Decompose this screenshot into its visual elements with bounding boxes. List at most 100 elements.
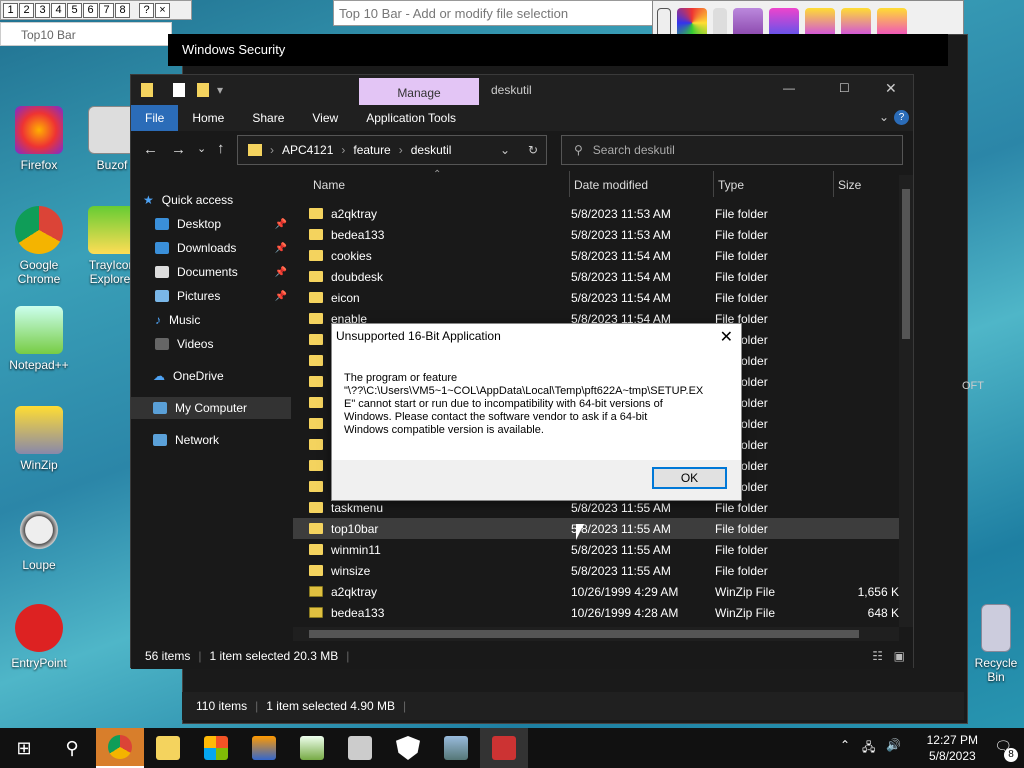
desktop-icon-notepadpp[interactable]: Notepad++ xyxy=(4,306,74,372)
desktop-icon-loupe[interactable]: Loupe xyxy=(4,506,74,572)
back-arrow-icon[interactable]: ← xyxy=(143,141,158,158)
column-divider[interactable] xyxy=(713,171,714,197)
nav-pictures[interactable]: Pictures 📌 xyxy=(155,285,289,307)
top10-num-6[interactable]: 6 xyxy=(83,3,98,18)
windows-security-titlebar[interactable]: Windows Security xyxy=(168,34,948,66)
table-row[interactable]: top10bar 5/8/2023 11:55 AM File folder xyxy=(293,518,899,539)
column-name[interactable]: Name xyxy=(313,178,345,192)
address-bar[interactable]: › APC4121 › feature › deskutil ⌄ ↻ xyxy=(237,135,547,165)
tab-file[interactable]: File xyxy=(131,105,179,131)
breadcrumb-deskutil[interactable]: deskutil xyxy=(411,143,452,157)
desktop-icon-chrome[interactable]: Google Chrome xyxy=(4,206,74,286)
ok-button[interactable]: OK xyxy=(652,467,727,489)
refresh-icon[interactable]: ↻ xyxy=(528,143,538,157)
table-row[interactable]: eicon 5/8/2023 11:54 AM File folder xyxy=(309,287,899,308)
desktop-icon-recycle-bin[interactable]: Recycle Bin xyxy=(968,604,1024,684)
start-button[interactable]: ⊞ xyxy=(0,728,48,768)
network-tray-icon[interactable]: 🖧 xyxy=(862,738,875,759)
properties-icon[interactable] xyxy=(173,83,185,97)
search-button[interactable]: ⚲ xyxy=(48,728,96,768)
table-row[interactable]: doubdesk 5/8/2023 11:54 AM File folder xyxy=(309,266,899,287)
top10-num-7[interactable]: 7 xyxy=(99,3,114,18)
details-view-icon[interactable]: ☷ xyxy=(872,649,883,663)
chevron-up-icon[interactable]: ⌃ xyxy=(840,738,850,752)
taskbar-app-2[interactable] xyxy=(288,728,336,768)
desktop-icon-firefox[interactable]: Firefox xyxy=(4,106,74,172)
table-row[interactable]: a2qktray 5/8/2023 11:53 AM File folder xyxy=(309,203,899,224)
taskbar-app-3[interactable] xyxy=(336,728,384,768)
nav-label: Documents xyxy=(177,265,238,279)
nav-quick-access[interactable]: ★ Quick access xyxy=(143,189,277,211)
volume-icon[interactable]: 🔊 xyxy=(886,738,901,752)
top10-num-2[interactable]: 2 xyxy=(19,3,34,18)
close-button[interactable]: ✕ xyxy=(885,80,897,97)
ribbon-expand-icon[interactable]: ⌄ xyxy=(879,110,889,124)
table-row[interactable]: bedea133 10/26/1999 4:28 AM WinZip File 648… xyxy=(309,602,899,623)
up-arrow-icon[interactable]: ↑ xyxy=(217,140,225,157)
taskbar-app-1[interactable] xyxy=(240,728,288,768)
nav-videos[interactable]: Videos xyxy=(155,333,289,355)
column-divider[interactable] xyxy=(569,171,570,197)
taskbar-rubik[interactable] xyxy=(480,728,528,768)
top10-close-button[interactable]: × xyxy=(155,3,170,18)
tab-manage[interactable]: Manage xyxy=(359,78,479,105)
tab-home[interactable]: Home xyxy=(178,105,238,131)
tab-view[interactable]: View xyxy=(298,105,352,131)
taskbar-app-4[interactable] xyxy=(432,728,480,768)
taskbar-file-explorer[interactable] xyxy=(144,728,192,768)
desktop-icon-entrypoint[interactable]: EntryPoint xyxy=(4,604,74,670)
search-input[interactable]: ⚲ Search deskutil xyxy=(561,135,903,165)
top10-num-1[interactable]: 1 xyxy=(3,3,18,18)
desktop-icon-winzip[interactable]: WinZip xyxy=(4,406,74,472)
recent-locations-chevron-icon[interactable]: ⌄ xyxy=(197,142,206,155)
nav-music[interactable]: ♪ Music xyxy=(155,309,289,331)
top10-num-4[interactable]: 4 xyxy=(51,3,66,18)
table-row[interactable]: bedea133 5/8/2023 11:53 AM File folder xyxy=(309,224,899,245)
close-icon[interactable]: ✕ xyxy=(720,327,733,347)
table-row[interactable]: cookies 5/8/2023 11:54 AM File folder xyxy=(309,245,899,266)
scrollbar-thumb[interactable] xyxy=(309,630,859,638)
row-type: File folder xyxy=(715,500,768,515)
table-row[interactable]: winsize 5/8/2023 11:55 AM File folder xyxy=(309,560,899,581)
maximize-button[interactable]: ☐ xyxy=(839,81,850,95)
quick-access-toolbar-dropdown[interactable]: ▾ xyxy=(217,83,223,97)
nav-desktop[interactable]: Desktop 📌 xyxy=(155,213,289,235)
scrollbar-thumb[interactable] xyxy=(902,189,910,339)
forward-arrow-icon[interactable]: → xyxy=(171,141,186,158)
clock[interactable]: 12:27 PM 5/8/2023 xyxy=(927,732,978,764)
explorer-titlebar[interactable]: ▾ Manage deskutil — ☐ ✕ xyxy=(131,75,913,105)
table-row[interactable]: a2qktray 10/26/1999 4:29 AM WinZip File 1,6… xyxy=(309,581,899,602)
taskbar-windows-security[interactable] xyxy=(384,728,432,768)
column-size[interactable]: Size xyxy=(838,178,861,192)
taskbar-store[interactable] xyxy=(192,728,240,768)
column-date-modified[interactable]: Date modified xyxy=(574,178,648,192)
taskbar-chrome[interactable] xyxy=(96,728,144,768)
top10-num-5[interactable]: 5 xyxy=(67,3,82,18)
nav-downloads[interactable]: Downloads 📌 xyxy=(155,237,289,259)
top10-help-button[interactable]: ? xyxy=(139,3,154,18)
chevron-down-icon[interactable]: ⌄ xyxy=(500,143,510,157)
breadcrumb-apc4121[interactable]: APC4121 xyxy=(282,143,333,157)
dialog-title[interactable]: Unsupported 16-Bit Application ✕ xyxy=(332,324,741,350)
large-icons-view-icon[interactable]: ▣ xyxy=(894,649,905,663)
new-folder-icon[interactable] xyxy=(197,83,209,97)
tab-share[interactable]: Share xyxy=(238,105,298,131)
top10-num-3[interactable]: 3 xyxy=(35,3,50,18)
column-type[interactable]: Type xyxy=(718,178,744,192)
row-date: 5/8/2023 11:54 AM xyxy=(571,269,671,284)
nav-label: My Computer xyxy=(175,401,248,415)
help-icon[interactable]: ? xyxy=(894,110,909,125)
nav-network[interactable]: Network xyxy=(153,429,287,451)
nav-onedrive[interactable]: ☁ OneDrive xyxy=(153,365,287,387)
column-divider[interactable] xyxy=(833,171,834,197)
nav-my-computer[interactable]: My Computer xyxy=(131,397,291,419)
minimize-button[interactable]: — xyxy=(783,81,795,95)
horizontal-scrollbar[interactable] xyxy=(293,627,899,641)
top10-num-8[interactable]: 8 xyxy=(115,3,130,18)
table-row[interactable]: winmin11 5/8/2023 11:55 AM File folder xyxy=(309,539,899,560)
vertical-scrollbar[interactable] xyxy=(899,175,913,627)
tab-application-tools[interactable]: Application Tools xyxy=(352,105,470,131)
breadcrumb-feature[interactable]: feature xyxy=(353,143,390,157)
behind-window-fragment: OFT xyxy=(962,380,984,392)
nav-documents[interactable]: Documents 📌 xyxy=(155,261,289,283)
